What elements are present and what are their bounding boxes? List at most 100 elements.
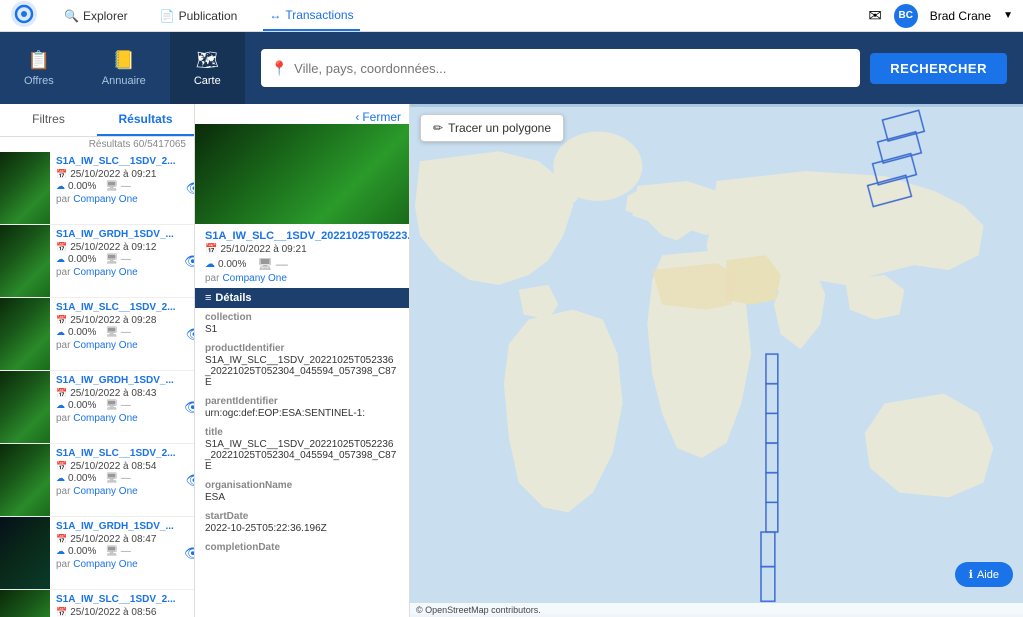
company-name[interactable]: Company One — [73, 267, 137, 278]
chevron-left-icon: ‹ — [355, 110, 359, 124]
company-name[interactable]: Company One — [73, 486, 137, 497]
result-title: S1A_IW_SLC__1SDV_2... — [56, 302, 176, 313]
result-item[interactable]: S1A_IW_SLC__1SDV_2... 📅 25/10/2022 à 08:… — [0, 444, 194, 517]
cloud-icon: ☁ — [205, 259, 215, 270]
cal-icon: 📅 — [56, 169, 67, 180]
result-thumbnail — [0, 225, 50, 297]
result-title: S1A_IW_SLC__1SDV_2... — [56, 594, 176, 605]
result-thumbnail — [0, 444, 50, 516]
result-thumbnail — [0, 298, 50, 370]
close-button[interactable]: ‹ Fermer — [355, 110, 401, 124]
cloud-value: 0.00% — [68, 327, 96, 338]
mail-icon[interactable]: ✉ — [868, 6, 881, 26]
nav-transactions-label: Transactions — [285, 8, 353, 22]
section-label: Détails — [215, 292, 251, 304]
company-name[interactable]: Company One — [73, 194, 137, 205]
result-title: S1A_IW_GRDH_1SDV_... — [56, 375, 174, 386]
detail-field: collection S1 — [195, 308, 409, 339]
result-thumbnail — [0, 590, 50, 617]
result-item[interactable]: S1A_IW_SLC__1SDV_2... 📅 25/10/2022 à 08:… — [0, 590, 194, 617]
result-thumbnail — [0, 371, 50, 443]
tab-filtres[interactable]: Filtres — [0, 104, 97, 136]
cloud-value: 0.00% — [68, 473, 96, 484]
annuaire-icon: 📒 — [113, 50, 135, 71]
detail-field: completionDate — [195, 538, 409, 558]
company-name[interactable]: Company One — [73, 340, 137, 351]
cloud-icon: ☁ — [56, 181, 65, 192]
result-info: S1A_IW_GRDH_1SDV_... 📅 25/10/2022 à 08:4… — [50, 371, 180, 443]
eye-icon[interactable]: 👁 — [180, 225, 194, 297]
result-cloud: ☁ 0.00% 🖥 — — [56, 546, 174, 557]
tab-carte[interactable]: 🗺 Carte — [170, 32, 245, 104]
result-info: S1A_IW_SLC__1SDV_2... 📅 25/10/2022 à 08:… — [50, 444, 182, 516]
eye-icon[interactable]: 👁 — [182, 444, 195, 516]
tab-carte-label: Carte — [194, 75, 221, 87]
help-button[interactable]: ℹ Aide — [955, 562, 1013, 587]
user-badge: BC — [894, 4, 918, 28]
search-button[interactable]: RECHERCHER — [870, 53, 1007, 84]
result-info: S1A_IW_GRDH_1SDV_... 📅 25/10/2022 à 08:4… — [50, 517, 180, 589]
detail-title: S1A_IW_SLC__1SDV_20221025T05223... — [195, 224, 409, 244]
result-title: S1A_IW_SLC__1SDV_2... — [56, 448, 176, 459]
tab-resultats[interactable]: Résultats — [97, 104, 194, 136]
eye-icon[interactable]: 👁 — [182, 298, 195, 370]
cloud-icon: ☁ — [56, 400, 65, 411]
explorer-icon: 🔍 — [64, 9, 79, 23]
nav-explorer[interactable]: 🔍 Explorer — [58, 0, 134, 31]
eye-icon[interactable]: 👁 — [182, 590, 195, 617]
close-label: Fermer — [362, 110, 401, 124]
left-panel: Filtres Résultats Résultats 60/5417065 S… — [0, 104, 195, 617]
user-chevron-icon: ▼ — [1003, 10, 1013, 21]
carte-icon: 🗺 — [196, 50, 219, 71]
cloud-value: 0.00% — [68, 400, 96, 411]
result-item[interactable]: S1A_IW_SLC__1SDV_2... 📅 25/10/2022 à 09:… — [0, 298, 194, 371]
detail-field: parentIdentifier urn:ogc:def:EOP:ESA:SEN… — [195, 392, 409, 423]
result-company: par Company One — [56, 267, 174, 278]
cal-icon: 📅 — [56, 534, 67, 545]
result-item[interactable]: S1A_IW_GRDH_1SDV_... 📅 25/10/2022 à 09:1… — [0, 225, 194, 298]
eye-icon[interactable]: 👁 — [182, 152, 195, 224]
top-nav: 🔍 Explorer 📄 Publication ↔ Transactions … — [0, 0, 1023, 32]
detail-cloud-value: 0.00% — [218, 259, 246, 270]
result-info: S1A_IW_SLC__1SDV_2... 📅 25/10/2022 à 09:… — [50, 298, 182, 370]
result-item[interactable]: S1A_IW_GRDH_1SDV_... 📅 25/10/2022 à 08:4… — [0, 371, 194, 444]
cal-icon: 📅 — [56, 388, 67, 399]
company-name[interactable]: Company One — [73, 413, 137, 424]
nav-transactions[interactable]: ↔ Transactions — [263, 0, 359, 31]
result-item[interactable]: S1A_IW_SLC__1SDV_2... 📅 25/10/2022 à 09:… — [0, 152, 194, 225]
field-value: 2022-10-25T05:22:36.196Z — [205, 523, 399, 534]
help-icon: ℹ — [969, 568, 973, 581]
screen-icon: 🖥 — — [105, 327, 130, 338]
publication-icon: 📄 — [160, 9, 175, 23]
trace-polygon-button[interactable]: ✏ Tracer un polygone — [420, 114, 564, 142]
company-name[interactable]: Company One — [73, 559, 137, 570]
detail-cloud: ☁ 0.00% 🖥 — — [195, 255, 409, 273]
nav-publication[interactable]: 📄 Publication — [154, 0, 244, 31]
result-item[interactable]: S1A_IW_GRDH_1SDV_... 📅 25/10/2022 à 08:4… — [0, 517, 194, 590]
result-info: S1A_IW_SLC__1SDV_2... 📅 25/10/2022 à 08:… — [50, 590, 182, 617]
tab-offres[interactable]: 📋 Offres — [0, 32, 78, 104]
tab-annuaire-label: Annuaire — [102, 75, 146, 87]
cal-icon: 📅 — [56, 461, 67, 472]
field-value: S1A_IW_SLC__1SDV_20221025T052336_2022102… — [205, 355, 399, 388]
tab-annuaire[interactable]: 📒 Annuaire — [78, 32, 170, 104]
user-name[interactable]: Brad Crane — [930, 9, 991, 23]
eye-icon[interactable]: 👁 — [180, 371, 194, 443]
search-input[interactable] — [294, 61, 850, 76]
result-cloud: ☁ 0.00% 🖥 — — [56, 181, 176, 192]
detail-company[interactable]: Company One — [222, 273, 286, 284]
search-bar-container: 📍 RECHERCHER — [245, 32, 1023, 104]
search-pin-icon: 📍 — [271, 60, 288, 77]
cloud-value: 0.00% — [68, 546, 96, 557]
field-label: completionDate — [205, 542, 399, 553]
map-attribution: © OpenStreetMap contributors. — [410, 603, 1023, 617]
field-value: S1A_IW_SLC__1SDV_20221025T052236_2022102… — [205, 439, 399, 472]
transactions-icon: ↔ — [269, 8, 281, 22]
main-layout: Filtres Résultats Résultats 60/5417065 S… — [0, 104, 1023, 617]
eye-icon[interactable]: 👁 — [180, 517, 194, 589]
second-nav: 📋 Offres 📒 Annuaire 🗺 Carte 📍 RECHERCHER — [0, 32, 1023, 104]
field-label: organisationName — [205, 480, 399, 491]
cloud-value: 0.00% — [68, 181, 96, 192]
map-svg — [410, 104, 1023, 617]
result-cloud: ☁ 0.00% 🖥 — — [56, 254, 174, 265]
